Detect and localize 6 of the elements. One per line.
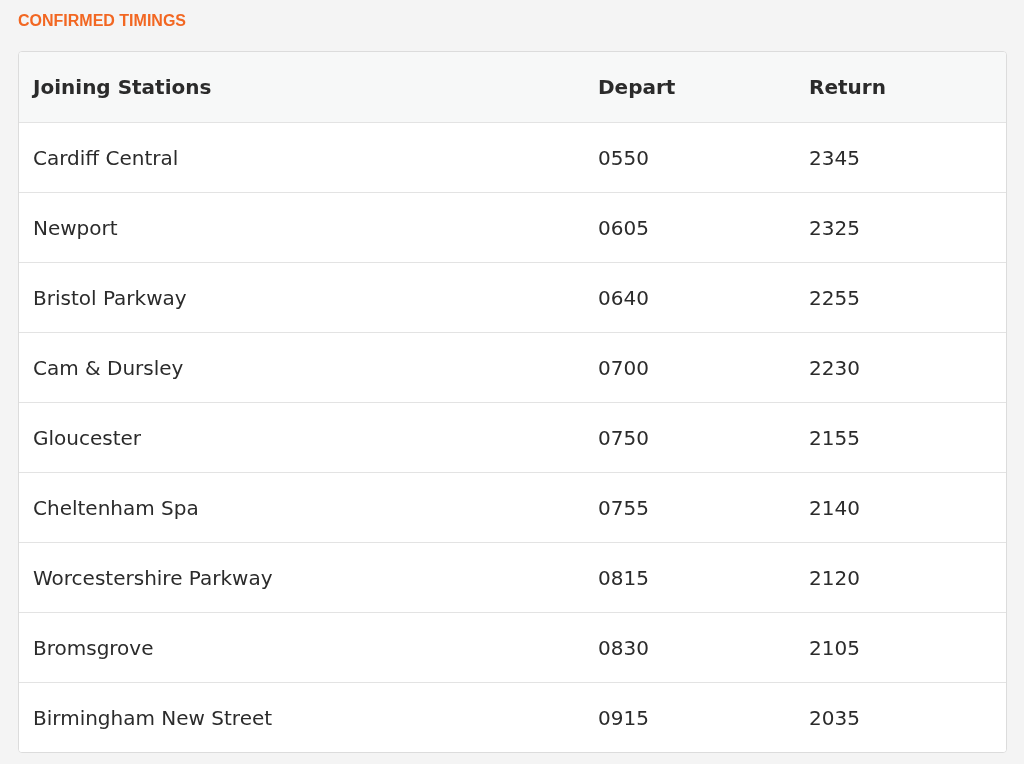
column-header: Return: [795, 52, 1006, 122]
table-cell: Birmingham New Street: [19, 682, 584, 752]
column-header: Joining Stations: [19, 52, 584, 122]
table-cell: 2035: [795, 682, 1006, 752]
section-title: CONFIRMED TIMINGS: [18, 11, 186, 31]
column-header: Depart: [584, 52, 795, 122]
